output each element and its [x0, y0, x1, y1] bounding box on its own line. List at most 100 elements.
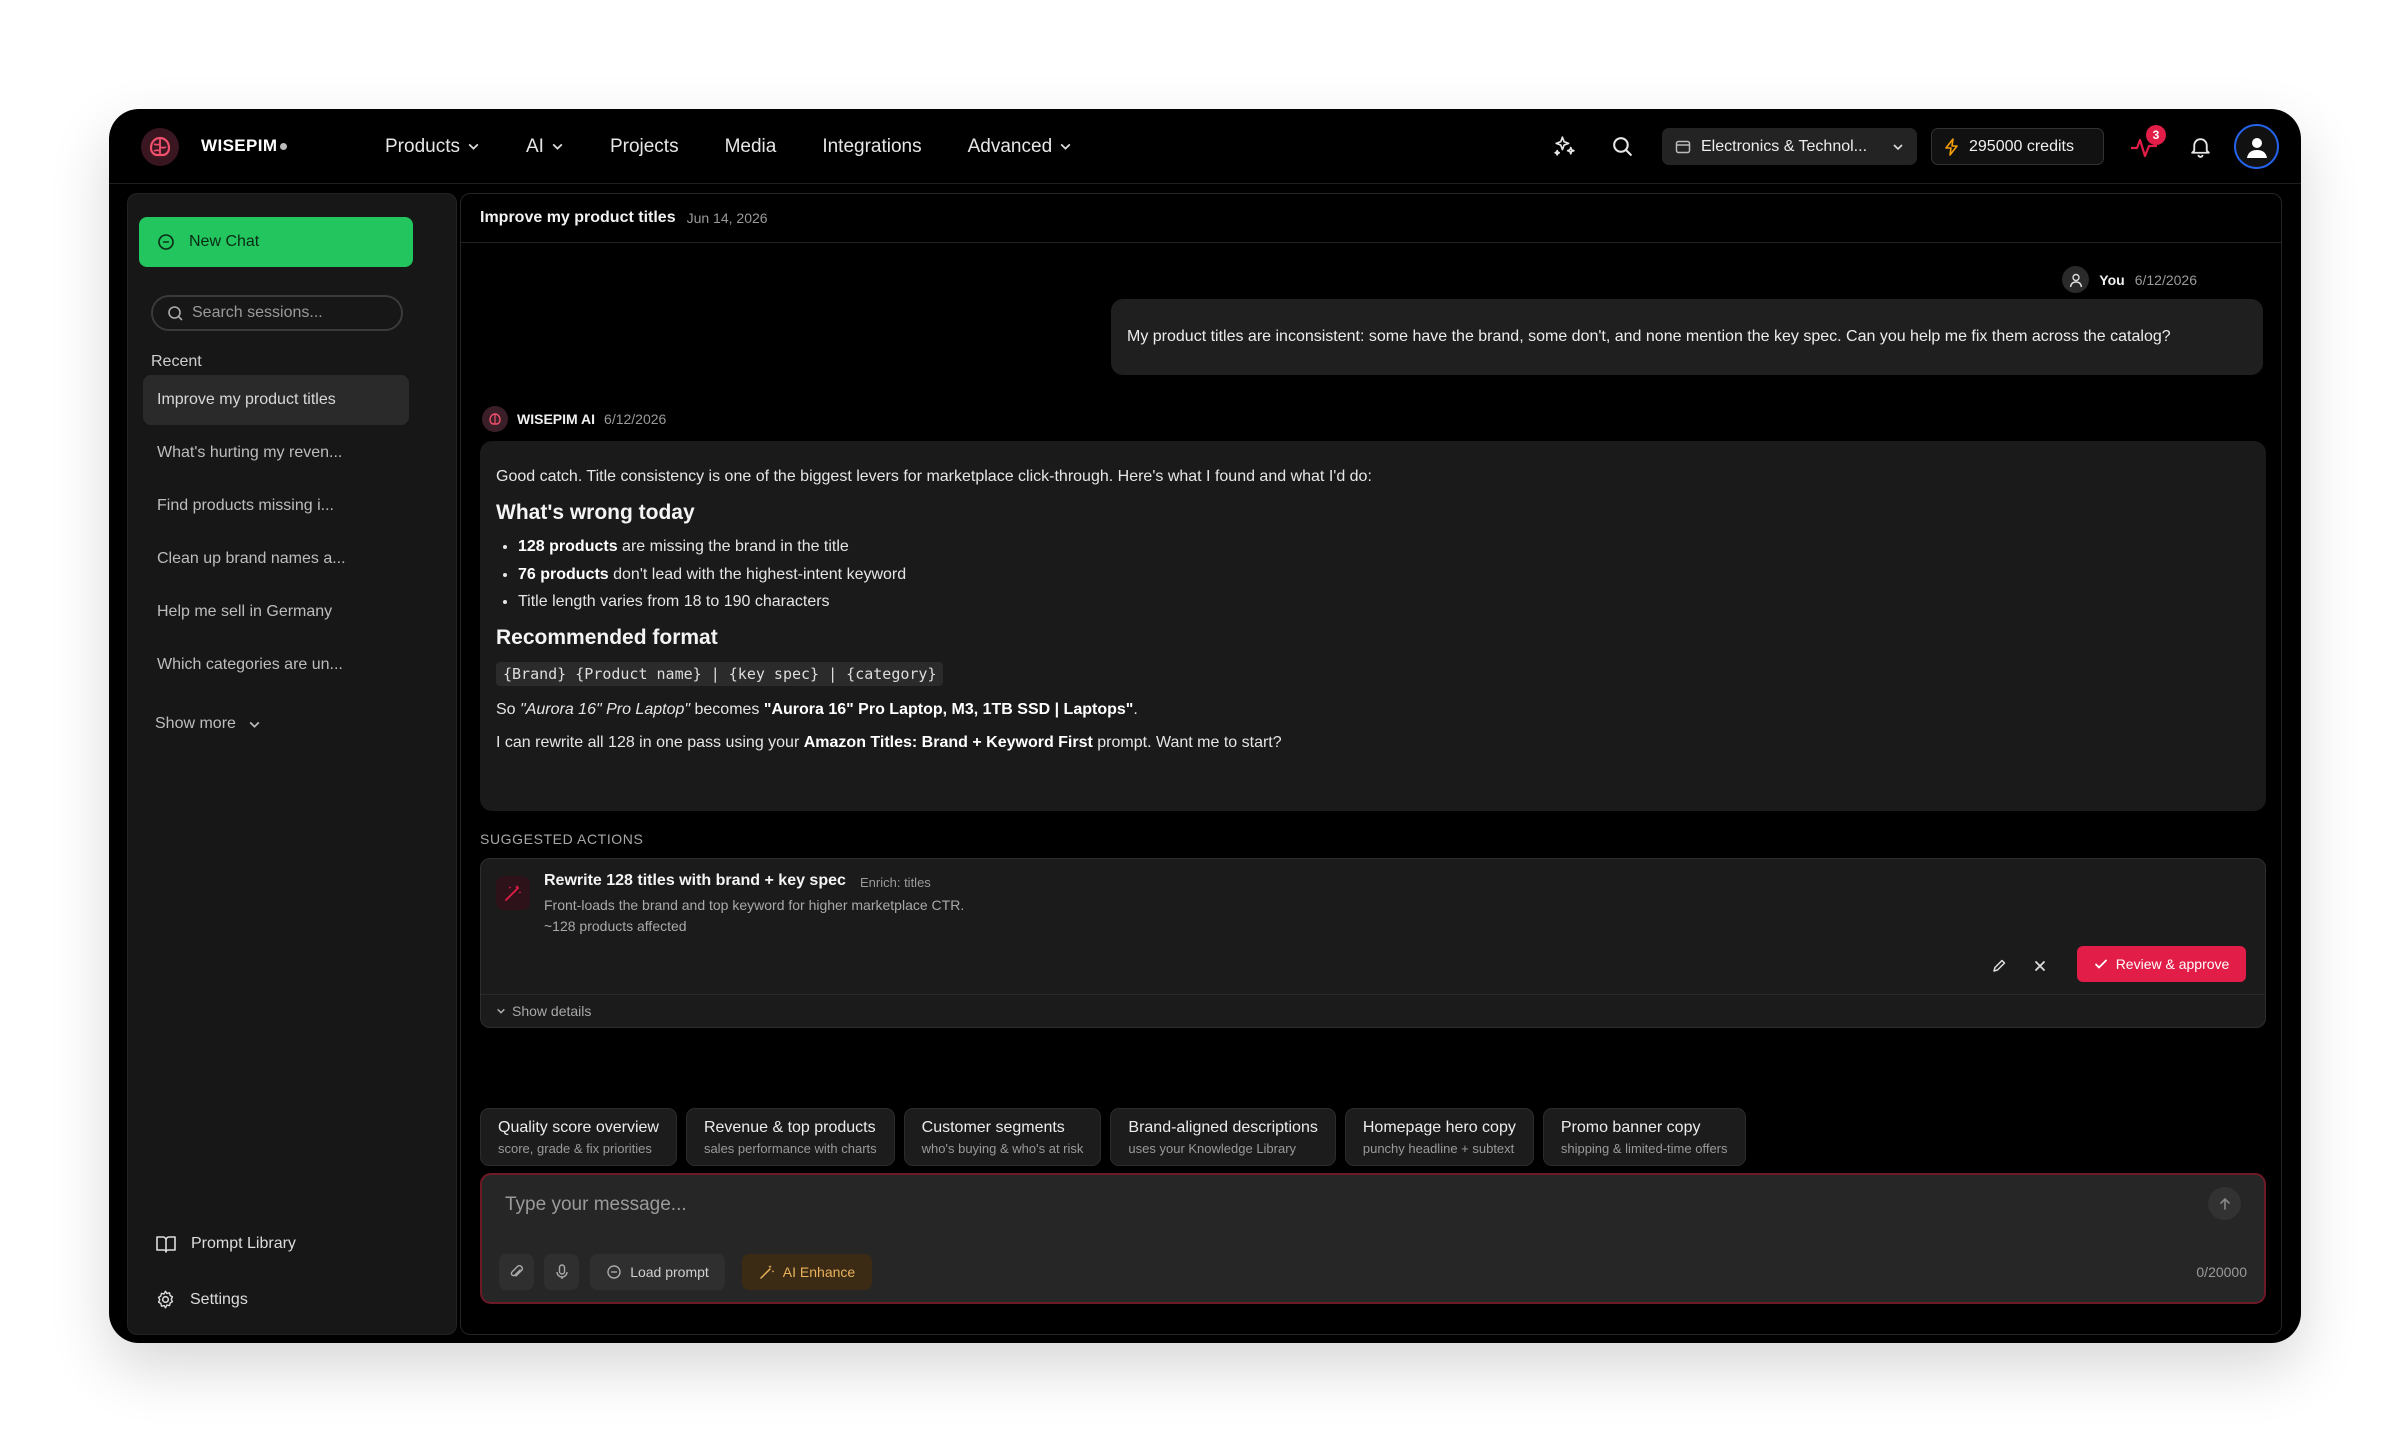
settings-link[interactable]: Settings — [155, 1289, 248, 1310]
action-affected-count: ~128 products affected — [544, 918, 687, 934]
new-chat-button[interactable]: New Chat — [139, 217, 413, 267]
action-title: Rewrite 128 titles with brand + key spec — [544, 872, 846, 889]
user-message: My product titles are inconsistent: some… — [1111, 299, 2263, 375]
store-name: Electronics & Technol... — [1701, 137, 1868, 155]
suggested-actions-heading: SUGGESTED ACTIONS — [480, 831, 644, 847]
chip-customer-segments[interactable]: Customer segments who's buying & who's at… — [903, 1108, 1102, 1166]
search-button[interactable] — [1602, 127, 1642, 167]
search-placeholder: Search sessions... — [192, 304, 323, 321]
activity-button[interactable]: 3 — [2124, 124, 2166, 167]
ai-enhance-button[interactable]: AI Enhance — [742, 1254, 872, 1290]
user-message-meta: You 6/12/2026 — [2062, 266, 2197, 293]
nav-integrations[interactable]: Integrations — [822, 136, 921, 158]
user-avatar-icon — [2062, 266, 2090, 293]
session-item[interactable]: Clean up brand names a... — [143, 534, 409, 584]
session-search-input[interactable]: Search sessions... — [151, 295, 403, 331]
message-input[interactable]: Type your message... — [505, 1194, 687, 1216]
chip-revenue[interactable]: Revenue & top products sales performance … — [685, 1108, 895, 1166]
edit-action-button[interactable] — [1984, 951, 2014, 981]
microphone-icon — [555, 1264, 568, 1279]
ai-message-meta: WISEPIM AI 6/12/2026 — [482, 406, 666, 432]
close-icon — [2035, 961, 2045, 971]
ai-closing: I can rewrite all 128 in one pass using … — [496, 734, 1282, 752]
nav-advanced[interactable]: Advanced — [968, 136, 1073, 158]
chat-date: Jun 14, 2026 — [686, 210, 768, 226]
show-more-label: Show more — [155, 715, 236, 732]
credits-count: 295000 credits — [1969, 137, 2074, 155]
ai-enhance-label: AI Enhance — [782, 1264, 856, 1280]
dismiss-action-button[interactable] — [2025, 951, 2055, 981]
ai-issue-item: 128 products are missing the brand in th… — [518, 537, 2250, 556]
session-item[interactable]: Find products missing i... — [143, 481, 409, 531]
format-code: {Brand} {Product name} | {key spec} | {c… — [496, 662, 944, 687]
store-selector[interactable]: Electronics & Technol... — [1662, 128, 1917, 165]
brain-avatar-icon — [482, 406, 508, 432]
bell-icon — [2190, 138, 2210, 158]
ai-heading-wrong: What's wrong today — [496, 501, 695, 525]
ai-issue-item: Title length varies from 18 to 190 chara… — [518, 592, 2250, 611]
chevron-down-icon — [1060, 143, 1071, 150]
chevron-down-icon — [249, 721, 260, 728]
main-menu: Products AI Projects Media Integrations … — [385, 109, 1072, 184]
action-tag: Enrich: titles — [860, 875, 931, 890]
chat-title: Improve my product titles — [480, 209, 676, 226]
session-item[interactable]: Help me sell in Germany — [143, 587, 409, 637]
store-icon — [1675, 140, 1691, 153]
review-approve-label: Review & approve — [2115, 956, 2230, 972]
prompt-icon — [607, 1265, 621, 1279]
new-chat-label: New Chat — [189, 233, 260, 250]
chevron-down-icon — [497, 1008, 505, 1014]
brain-logo-icon[interactable] — [139, 126, 181, 168]
brand-dot-icon — [280, 143, 288, 151]
pencil-icon — [1993, 959, 2006, 972]
magic-wand-icon — [496, 876, 530, 910]
nav-products[interactable]: Products — [385, 136, 480, 158]
review-approve-button[interactable]: Review & approve — [2077, 946, 2246, 982]
chip-brand-descriptions[interactable]: Brand-aligned descriptions uses your Know… — [1110, 1108, 1336, 1166]
voice-button[interactable] — [544, 1254, 579, 1290]
top-navigation: WISEPIM Products AI Projects Media Integ… — [109, 109, 2301, 184]
show-details-toggle[interactable]: Show details — [496, 1003, 591, 1019]
ai-message: Good catch. Title consistency is one of … — [480, 441, 2266, 811]
ai-intro: Good catch. Title consistency is one of … — [496, 468, 1372, 485]
chip-homepage-hero[interactable]: Homepage hero copy punchy headline + subt… — [1344, 1108, 1534, 1166]
gear-icon — [157, 1290, 174, 1309]
quick-prompt-chips: Quality score overview score, grade & fix… — [480, 1108, 1746, 1166]
message-composer: Type your message... Load prompt AI Enha… — [480, 1173, 2266, 1304]
app-window: WISEPIM Products AI Projects Media Integ… — [109, 109, 2301, 1343]
nav-ai[interactable]: AI — [526, 136, 564, 158]
send-button[interactable] — [2208, 1187, 2241, 1220]
search-icon — [168, 305, 183, 321]
ai-sparkle-button[interactable] — [1544, 127, 1584, 167]
nav-projects[interactable]: Projects — [610, 136, 679, 158]
sidebar: New Chat Search sessions... Recent Impro… — [127, 193, 457, 1335]
prompt-library-label: Prompt Library — [191, 1235, 296, 1252]
user-name: You — [2099, 271, 2125, 288]
chat-bubble-icon — [158, 234, 174, 250]
ai-heading-format: Recommended format — [496, 625, 718, 649]
notifications-button[interactable] — [2180, 127, 2220, 167]
attach-button[interactable] — [499, 1254, 534, 1290]
chip-quality-score[interactable]: Quality score overview score, grade & fix… — [480, 1108, 677, 1166]
session-item[interactable]: What's hurting my reven... — [143, 428, 409, 478]
arrow-up-icon — [2219, 1197, 2230, 1210]
load-prompt-button[interactable]: Load prompt — [590, 1254, 725, 1290]
recent-heading: Recent — [151, 353, 202, 370]
brand-name[interactable]: WISEPIM — [201, 136, 288, 156]
ai-message-date: 6/12/2026 — [604, 411, 667, 427]
paperclip-icon — [510, 1265, 523, 1277]
chevron-down-icon — [552, 143, 563, 150]
chevron-down-icon — [1893, 143, 1903, 150]
chip-promo-banner[interactable]: Promo banner copy shipping & limited-time… — [1542, 1108, 1746, 1166]
lightning-icon — [1945, 137, 1958, 156]
session-item[interactable]: Which categories are un... — [143, 640, 409, 690]
nav-media[interactable]: Media — [725, 136, 777, 158]
session-item[interactable]: Improve my product titles — [143, 375, 409, 425]
user-avatar[interactable] — [2234, 124, 2279, 169]
alert-count-badge: 3 — [2146, 124, 2166, 145]
credits-button[interactable]: 295000 credits — [1931, 128, 2104, 165]
show-details-label: Show details — [512, 1003, 592, 1019]
chevron-down-icon — [468, 143, 479, 150]
prompt-library-link[interactable]: Prompt Library — [155, 1234, 296, 1254]
show-more-button[interactable]: Show more — [155, 715, 261, 733]
